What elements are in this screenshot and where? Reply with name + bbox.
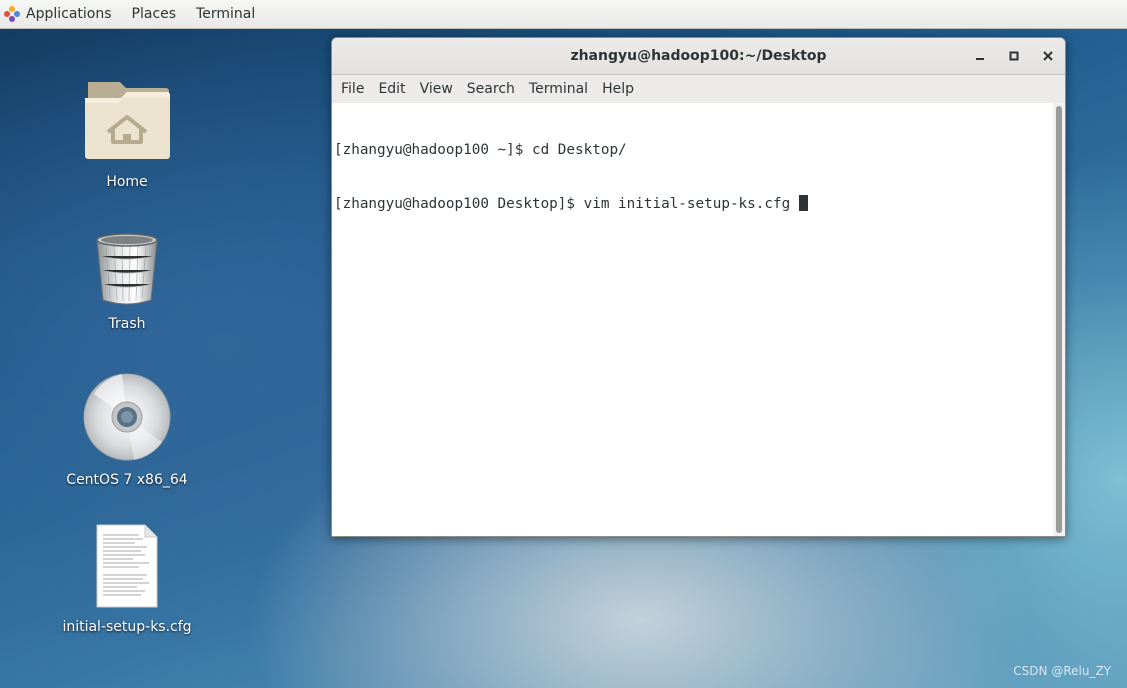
menu-view[interactable]: View <box>413 75 460 103</box>
minimize-button[interactable] <box>963 38 997 74</box>
optical-disc-icon <box>83 373 171 461</box>
places-menu[interactable]: Places <box>122 0 187 28</box>
top-panel: Applications Places Terminal <box>0 0 1127 29</box>
desktop-icon-centos[interactable]: CentOS 7 x86_64 <box>57 372 197 488</box>
close-button[interactable] <box>1031 38 1065 74</box>
terminal-cursor <box>799 195 809 211</box>
menu-terminal[interactable]: Terminal <box>522 75 595 103</box>
watermark: CSDN @Relu_ZY <box>1013 664 1111 678</box>
menu-help[interactable]: Help <box>595 75 641 103</box>
trash-icon <box>96 233 158 305</box>
window-titlebar[interactable]: zhangyu@hadoop100:~/Desktop <box>332 38 1065 75</box>
desktop-icon-label: Trash <box>108 316 146 332</box>
minimize-icon <box>976 58 984 60</box>
desktop-icon-home[interactable]: Home <box>57 74 197 190</box>
applications-label: Applications <box>26 6 112 22</box>
desktop-icon-label: initial-setup-ks.cfg <box>62 619 192 635</box>
applications-menu[interactable]: Applications <box>0 0 122 28</box>
menu-search[interactable]: Search <box>460 75 522 103</box>
terminal-line: [zhangyu@hadoop100 ~]$ cd Desktop/ <box>334 142 627 158</box>
terminal-app-menu[interactable]: Terminal <box>186 0 265 28</box>
terminal-app-label: Terminal <box>196 6 256 22</box>
window-title: zhangyu@hadoop100:~/Desktop <box>570 48 827 64</box>
terminal-line-current: [zhangyu@hadoop100 Desktop]$ vim initial… <box>334 195 1049 213</box>
desktop-icon-trash[interactable]: Trash <box>57 230 197 332</box>
desktop-icon-label: Home <box>106 174 148 190</box>
terminal-window[interactable]: zhangyu@hadoop100:~/Desktop File Edit Vi… <box>331 37 1066 537</box>
desktop-icon-cfg-file[interactable]: initial-setup-ks.cfg <box>57 523 197 635</box>
terminal-line: [zhangyu@hadoop100 Desktop]$ vim initial… <box>334 196 791 212</box>
window-menubar: File Edit View Search Terminal Help <box>332 75 1065 104</box>
folder-home-icon <box>85 82 170 159</box>
terminal-output: [zhangyu@hadoop100 ~]$ cd Desktop/ [zhan… <box>334 105 1049 249</box>
menu-file[interactable]: File <box>334 75 371 103</box>
places-label: Places <box>131 6 177 22</box>
desktop-icon-label: CentOS 7 x86_64 <box>66 472 188 488</box>
terminal-scrollbar[interactable] <box>1053 103 1065 536</box>
applications-icon <box>4 6 20 22</box>
menu-edit[interactable]: Edit <box>371 75 412 103</box>
maximize-button[interactable] <box>997 38 1031 74</box>
maximize-icon <box>1009 51 1019 61</box>
text-file-icon <box>96 524 158 608</box>
window-controls <box>963 38 1065 74</box>
close-icon <box>1043 51 1053 61</box>
terminal-area[interactable]: [zhangyu@hadoop100 ~]$ cd Desktop/ [zhan… <box>332 103 1065 536</box>
scrollbar-thumb[interactable] <box>1056 106 1062 533</box>
